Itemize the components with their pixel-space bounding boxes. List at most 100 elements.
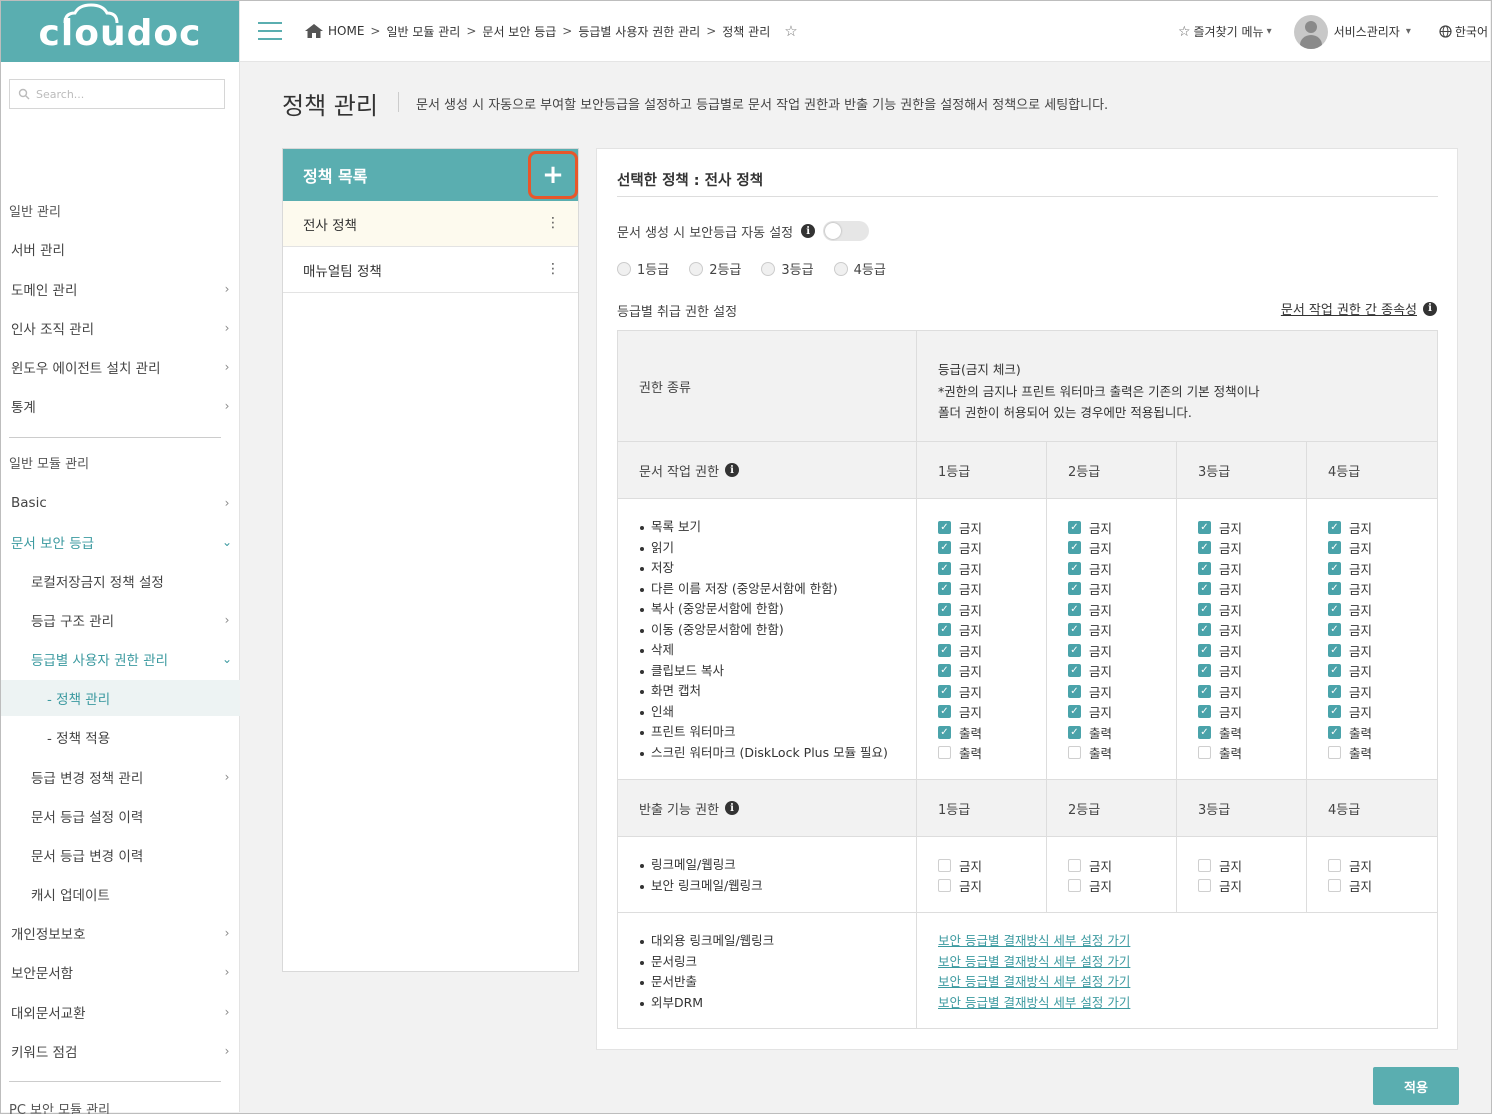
breadcrumb-item[interactable]: 일반 모듈 관리 [386, 23, 460, 40]
dependency-link-text[interactable]: 문서 작업 권한 간 종속성 [1281, 299, 1417, 318]
permission-checkbox[interactable]: ✓ 금지 [1068, 517, 1176, 538]
permission-checkbox[interactable]: ✓ 금지 [1198, 558, 1306, 579]
permission-checkbox[interactable]: ✓ 금지 [1328, 661, 1437, 682]
info-icon[interactable]: i [725, 801, 740, 815]
permission-checkbox[interactable]: ✓ 금지 [938, 538, 1046, 559]
permission-checkbox[interactable]: ✓ 금지 [1068, 681, 1176, 702]
permission-checkbox[interactable]: ✓ 금지 [938, 558, 1046, 579]
sidebar-item[interactable]: 보안문서함 › [1, 954, 240, 990]
policy-item[interactable]: 전사 정책 ⋮ [283, 201, 578, 247]
permission-checkbox[interactable]: ✓ 금지 [938, 640, 1046, 661]
sidebar-item[interactable]: 키워드 점검 › [1, 1033, 240, 1069]
permission-checkbox[interactable]: ✓ 금지 [1198, 620, 1306, 641]
permission-checkbox[interactable]: ✓ 금지 [1328, 681, 1437, 702]
permission-checkbox[interactable]: 출력 [1328, 743, 1437, 764]
info-icon[interactable]: i [725, 463, 740, 477]
apply-button[interactable]: 적용 [1373, 1067, 1459, 1105]
language-selector[interactable]: 한국어 [1439, 23, 1488, 40]
sidebar-item[interactable]: 문서 등급 변경 이력 [1, 837, 240, 873]
permission-checkbox[interactable]: 출력 [1068, 743, 1176, 764]
permission-checkbox[interactable]: ✓ 금지 [938, 579, 1046, 600]
permission-checkbox[interactable]: ✓ 금지 [938, 620, 1046, 641]
permission-checkbox[interactable]: ✓ 금지 [1068, 702, 1176, 723]
permission-checkbox[interactable]: ✓ 금지 [1068, 558, 1176, 579]
permission-checkbox[interactable]: ✓ 금지 [938, 681, 1046, 702]
info-icon[interactable]: i [1423, 301, 1437, 316]
sidebar-item[interactable]: 로컬저장금지 정책 설정 [1, 563, 240, 599]
permission-checkbox[interactable]: 금지 [1068, 855, 1176, 876]
policy-item[interactable]: 매뉴얼팀 정책 ⋮ [283, 247, 578, 293]
permission-checkbox[interactable]: ✓ 출력 [1328, 722, 1437, 743]
permission-checkbox[interactable]: ✓ 금지 [1198, 702, 1306, 723]
hamburger-menu-icon[interactable] [258, 22, 282, 40]
permission-checkbox[interactable]: ✓ 금지 [1328, 640, 1437, 661]
more-options-icon[interactable]: ⋮ [546, 215, 560, 231]
user-menu[interactable]: 서비스관리자 ▾ [1293, 14, 1411, 49]
sidebar-item[interactable]: 윈도우 에이전트 설치 관리 › [1, 349, 240, 385]
sidebar-item[interactable]: 대외문서교환 › [1, 994, 240, 1030]
permission-checkbox[interactable]: ✓ 금지 [1328, 517, 1437, 538]
permission-checkbox[interactable]: ✓ 금지 [1068, 599, 1176, 620]
breadcrumb-item[interactable]: 등급별 사용자 권한 관리 [578, 23, 700, 40]
approval-settings-link[interactable]: 보안 등급별 결재방식 세부 설정 가기 [938, 972, 1437, 993]
permission-checkbox[interactable]: ✓ 금지 [1068, 640, 1176, 661]
permission-checkbox[interactable]: ✓ 금지 [1198, 517, 1306, 538]
breadcrumb-item[interactable]: HOME [328, 24, 364, 38]
search-input[interactable] [36, 87, 206, 101]
sidebar-item[interactable]: 등급별 사용자 권한 관리 ⌄ [1, 641, 240, 677]
sidebar-item[interactable]: 통계 › [1, 388, 240, 424]
permission-checkbox[interactable]: 금지 [1328, 876, 1437, 897]
grade-radio[interactable]: 1등급 [617, 259, 669, 278]
grade-radio[interactable]: 4등급 [833, 259, 886, 278]
permission-checkbox[interactable]: ✓ 금지 [1328, 599, 1437, 620]
permission-checkbox[interactable]: ✓ 금지 [938, 702, 1046, 723]
breadcrumb-item[interactable]: 정책 관리 [722, 23, 770, 40]
logo[interactable]: cloudoc [1, 1, 239, 62]
more-options-icon[interactable]: ⋮ [546, 261, 560, 277]
permission-checkbox[interactable]: 금지 [1198, 855, 1306, 876]
home-icon[interactable] [304, 23, 324, 39]
grade-radio[interactable]: 2등급 [689, 259, 741, 278]
permission-checkbox[interactable]: ✓ 금지 [1198, 599, 1306, 620]
search-box[interactable] [9, 79, 225, 109]
permission-checkbox[interactable]: ✓ 금지 [1328, 702, 1437, 723]
permission-checkbox[interactable]: 금지 [938, 876, 1046, 897]
permission-checkbox[interactable]: ✓ 금지 [1328, 620, 1437, 641]
permission-checkbox[interactable]: 금지 [1328, 855, 1437, 876]
approval-settings-link[interactable]: 보안 등급별 결재방식 세부 설정 가기 [938, 952, 1437, 973]
permission-checkbox[interactable]: ✓ 금지 [938, 661, 1046, 682]
permission-checkbox[interactable]: 출력 [1198, 743, 1306, 764]
sidebar-item[interactable]: - 정책 적용 [1, 719, 240, 755]
permission-checkbox[interactable]: 금지 [938, 855, 1046, 876]
sidebar-item[interactable]: 문서 보안 등급 ⌄ [1, 524, 240, 560]
permission-checkbox[interactable]: ✓ 금지 [1198, 681, 1306, 702]
permission-checkbox[interactable]: ✓ 금지 [1198, 640, 1306, 661]
favorite-star-icon[interactable]: ☆ [784, 22, 797, 40]
approval-settings-link[interactable]: 보안 등급별 결재방식 세부 설정 가기 [938, 931, 1437, 952]
approval-settings-link[interactable]: 보안 등급별 결재방식 세부 설정 가기 [938, 993, 1437, 1014]
permission-checkbox[interactable]: ✓ 금지 [1068, 579, 1176, 600]
permission-checkbox[interactable]: ✓ 출력 [1068, 722, 1176, 743]
grade-radio[interactable]: 3등급 [761, 259, 814, 278]
permission-checkbox[interactable]: ✓ 금지 [1328, 579, 1437, 600]
permission-checkbox[interactable]: 출력 [938, 743, 1046, 764]
sidebar-item[interactable]: 캐시 업데이트 [1, 876, 240, 912]
breadcrumb-item[interactable]: 문서 보안 등급 [482, 23, 556, 40]
permission-checkbox[interactable]: ✓ 금지 [1198, 579, 1306, 600]
dependency-link[interactable]: 문서 작업 권한 간 종속성 i [1281, 299, 1437, 318]
sidebar-item[interactable]: 등급 구조 관리 › [1, 602, 240, 638]
sidebar-item[interactable]: 서버 관리 [1, 231, 240, 267]
auto-grade-toggle[interactable] [823, 221, 870, 241]
permission-checkbox[interactable]: ✓ 금지 [938, 599, 1046, 620]
favorites-menu[interactable]: ☆ 즐겨찾기 메뉴 ▾ [1178, 23, 1272, 40]
sidebar-item[interactable]: 도메인 관리 › [1, 271, 240, 307]
add-policy-button[interactable]: + [528, 151, 578, 199]
permission-checkbox[interactable]: ✓ 금지 [1068, 661, 1176, 682]
permission-checkbox[interactable]: 금지 [1198, 876, 1306, 897]
permission-checkbox[interactable]: ✓ 금지 [1198, 538, 1306, 559]
sidebar-item[interactable]: Basic › [1, 485, 240, 521]
permission-checkbox[interactable]: ✓ 금지 [1068, 538, 1176, 559]
permission-checkbox[interactable]: ✓ 금지 [1068, 620, 1176, 641]
sidebar-item[interactable]: 인사 조직 관리 › [1, 310, 240, 346]
permission-checkbox[interactable]: ✓ 금지 [1328, 558, 1437, 579]
